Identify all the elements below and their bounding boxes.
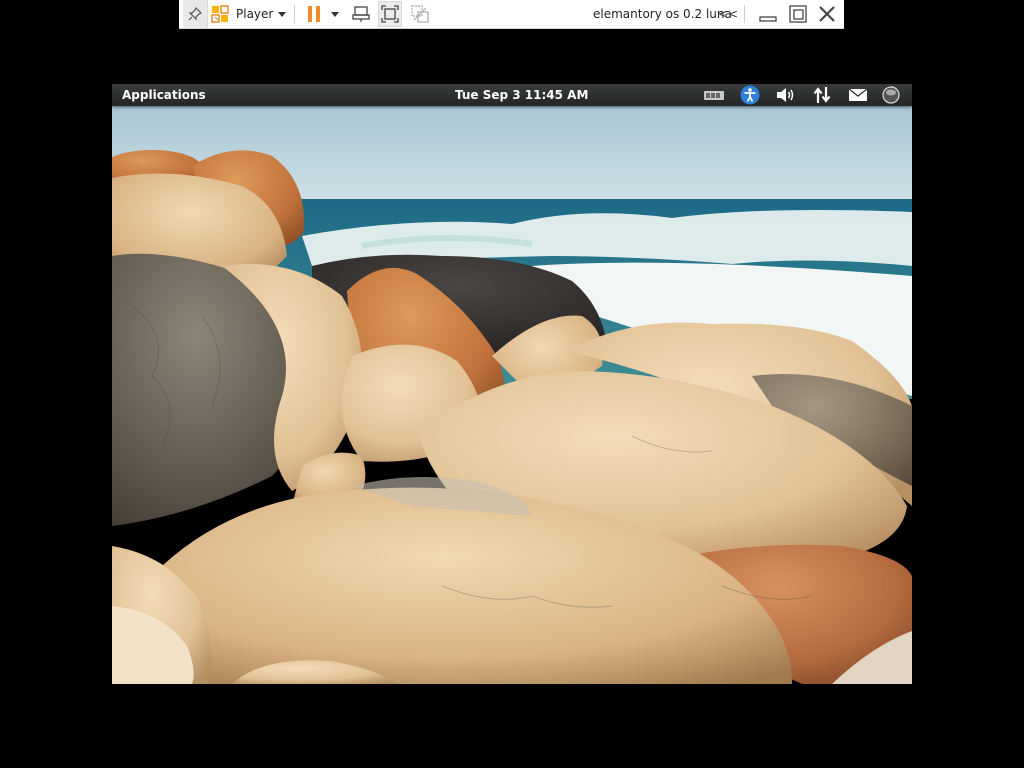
- player-menu[interactable]: Player: [236, 0, 288, 28]
- accessibility-icon: [740, 85, 760, 105]
- pin-toolbar-button[interactable]: [183, 0, 208, 28]
- restore-icon: [789, 5, 807, 23]
- toolbar-divider: [744, 5, 745, 23]
- unity-button[interactable]: [209, 0, 231, 28]
- unity-icon: [211, 5, 229, 23]
- desktop-wallpaper: [112, 106, 912, 684]
- vm-player-toolbar: Player elemantory os 0.2 luna <<: [179, 0, 844, 29]
- fit-guest-button[interactable]: [378, 1, 402, 27]
- power-options-dropdown[interactable]: [329, 0, 341, 28]
- player-menu-label: Player: [236, 7, 274, 21]
- transfer-indicator[interactable]: [810, 84, 834, 106]
- vm-name-label: elemantory os 0.2 luna: [593, 7, 732, 21]
- send-ctrl-alt-del-button[interactable]: [349, 0, 373, 28]
- applications-menu[interactable]: Applications: [122, 84, 206, 106]
- chevron-down-icon: [278, 11, 287, 17]
- clock-indicator[interactable]: Tue Sep 3 11:45 AM: [455, 84, 588, 106]
- up-down-arrows-icon: [813, 87, 831, 103]
- enter-unity-button[interactable]: [408, 0, 432, 28]
- pause-button[interactable]: [303, 0, 325, 28]
- power-session-icon: [882, 86, 900, 104]
- unity-mode-icon: [411, 5, 429, 23]
- beach-rocks-wallpaper: [112, 106, 912, 684]
- wired-network-icon: [704, 91, 724, 100]
- minimize-button[interactable]: [755, 0, 781, 28]
- collapse-toolbar-button[interactable]: <<: [715, 0, 741, 28]
- mail-icon: [848, 88, 868, 101]
- sound-indicator[interactable]: [774, 84, 798, 106]
- restore-button[interactable]: [785, 0, 811, 28]
- messaging-indicator[interactable]: [846, 84, 870, 106]
- send-keys-icon: [352, 6, 370, 22]
- minimize-icon: [759, 16, 777, 22]
- chevron-down-icon: [331, 11, 339, 17]
- pin-icon: [188, 7, 202, 21]
- session-indicator[interactable]: [879, 84, 903, 106]
- toolbar-divider: [294, 5, 295, 23]
- guest-desktop[interactable]: Applications Tue Sep 3 11:45 AM: [112, 84, 912, 684]
- volume-icon: [777, 88, 794, 102]
- pause-icon: [308, 6, 320, 22]
- network-indicator[interactable]: [702, 84, 726, 106]
- fit-window-icon: [381, 5, 399, 23]
- accessibility-indicator[interactable]: [738, 84, 762, 106]
- close-icon: [819, 6, 835, 22]
- top-panel: Applications Tue Sep 3 11:45 AM: [112, 84, 912, 106]
- close-button[interactable]: [815, 0, 839, 28]
